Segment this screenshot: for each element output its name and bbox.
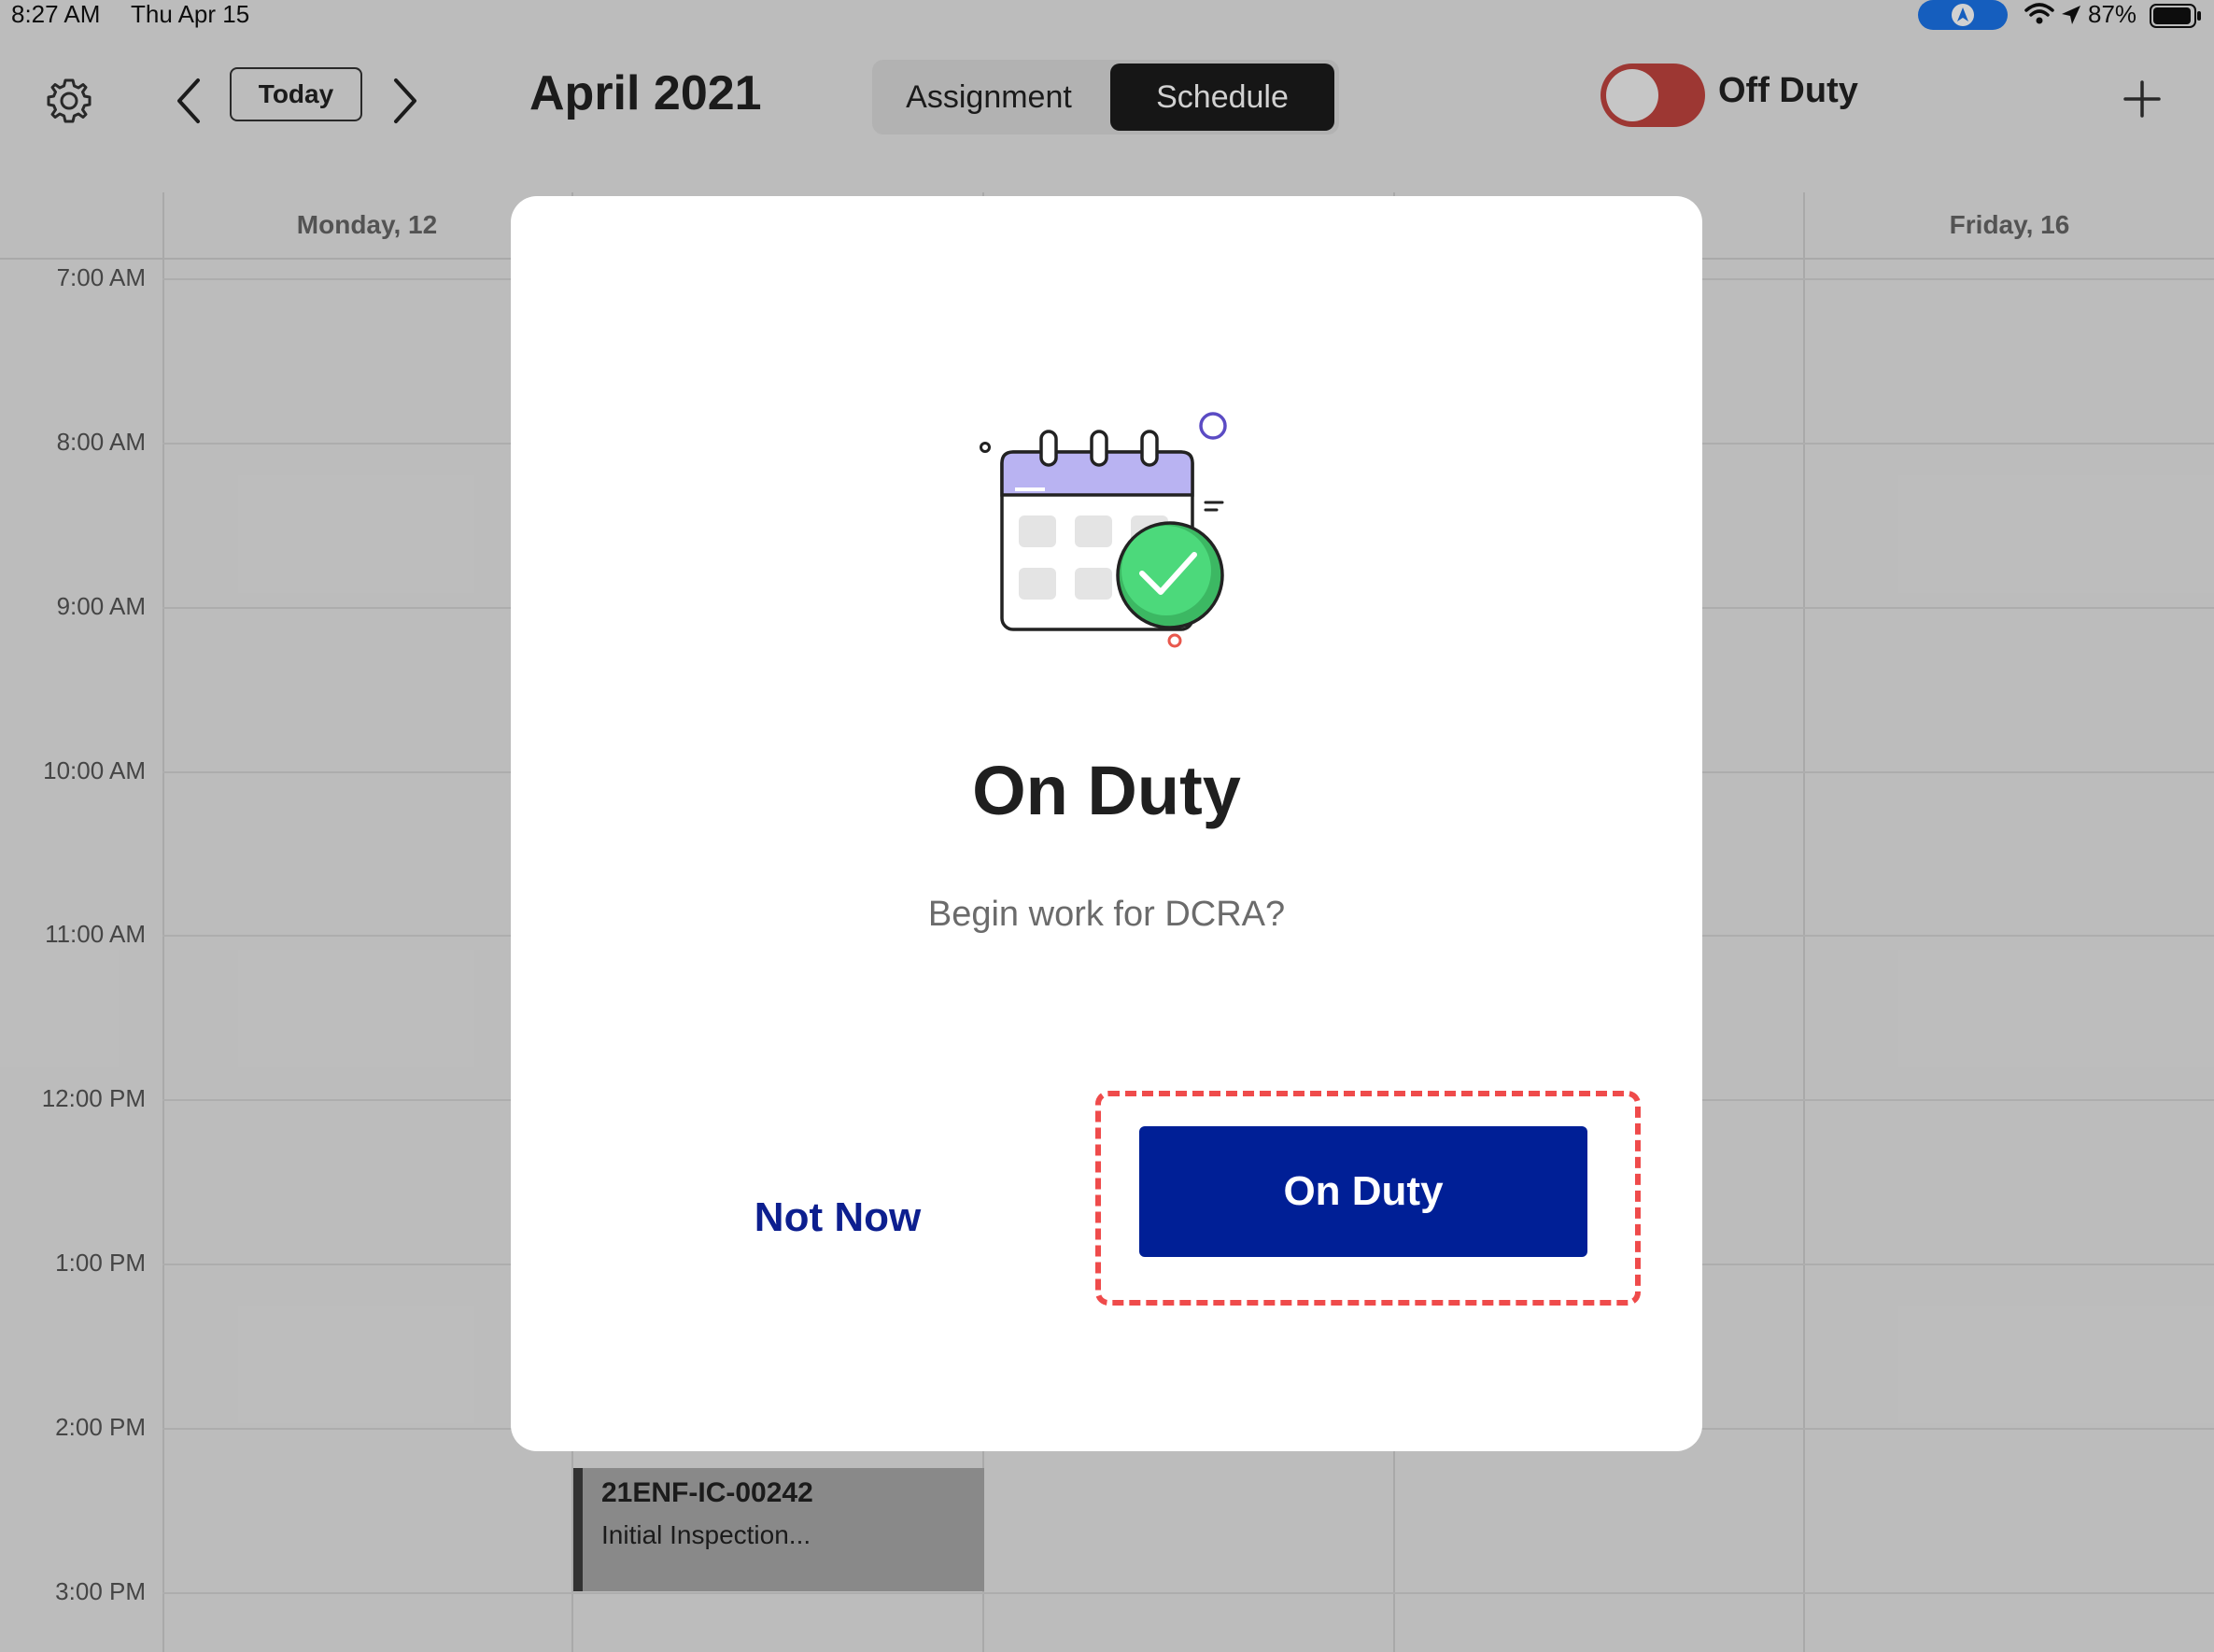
on-duty-dialog: On Duty Begin work for DCRA? Not Now On … xyxy=(511,196,1702,1451)
on-duty-button[interactable]: On Duty xyxy=(1139,1126,1587,1257)
not-now-button[interactable]: Not Now xyxy=(698,1171,978,1264)
dialog-subtitle: Begin work for DCRA? xyxy=(927,895,1286,934)
dialog-title: On Duty xyxy=(972,752,1241,829)
calendar-check-icon xyxy=(966,394,1247,674)
